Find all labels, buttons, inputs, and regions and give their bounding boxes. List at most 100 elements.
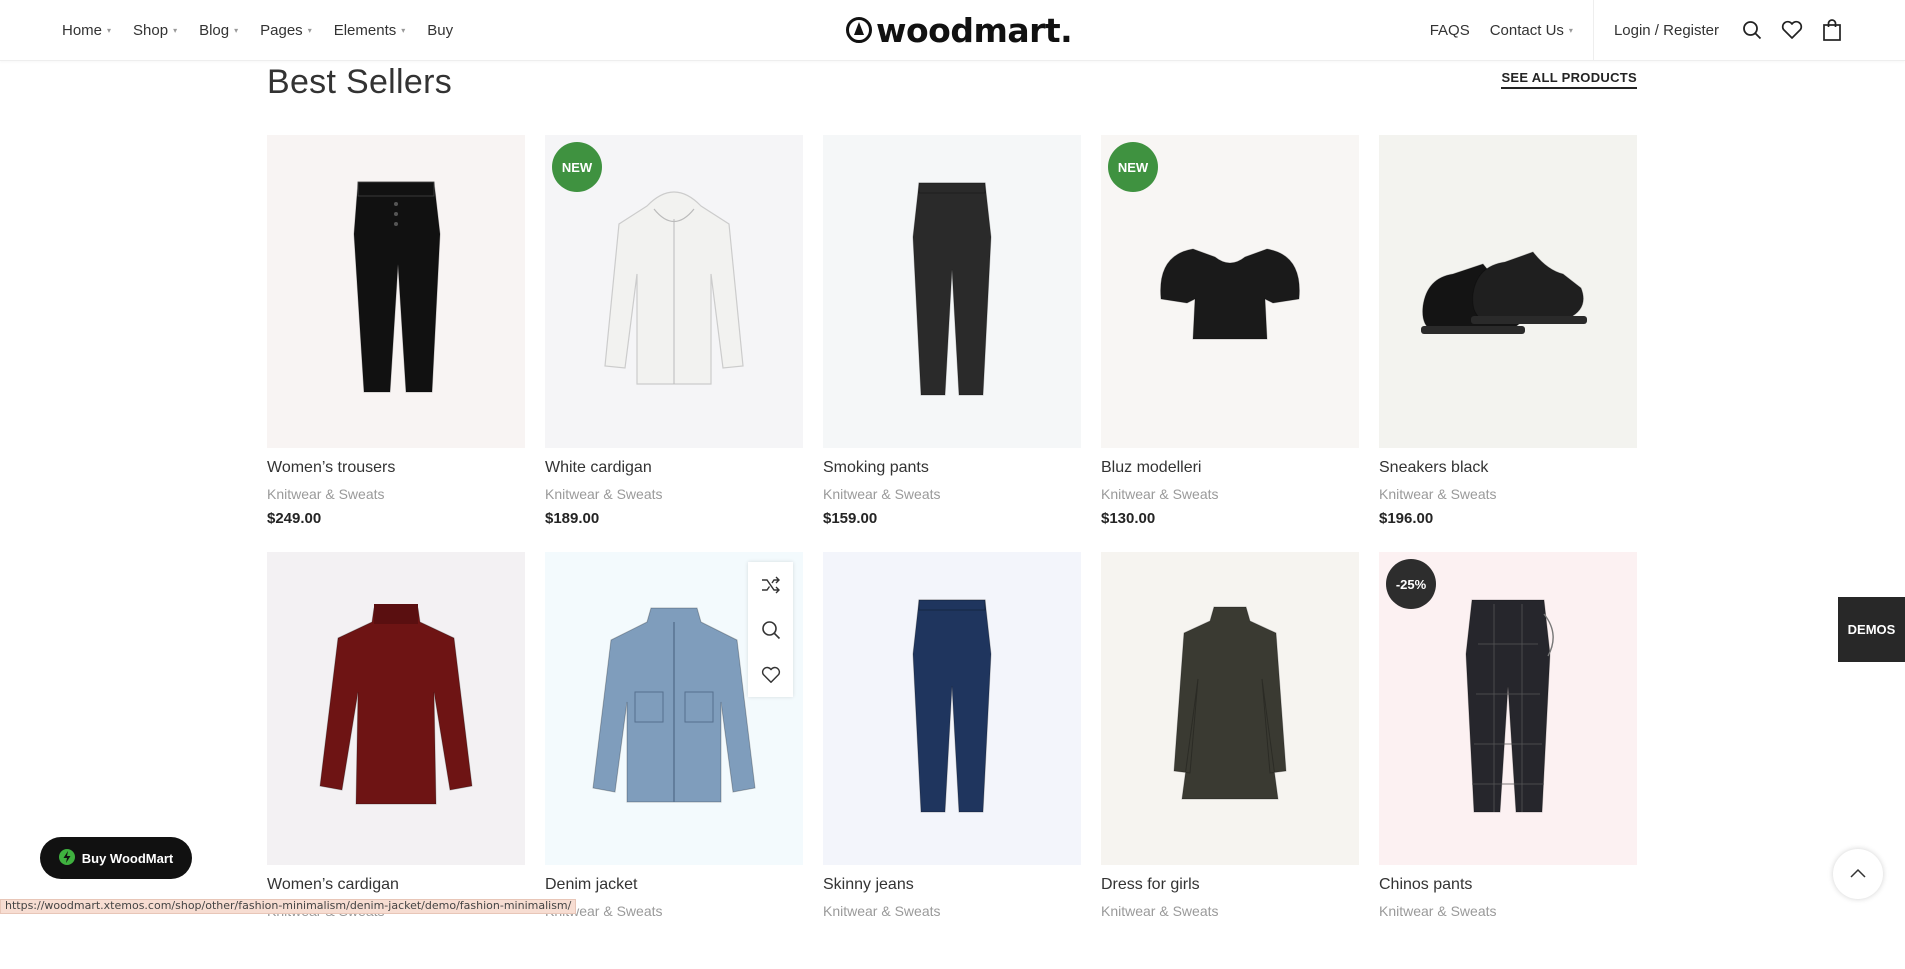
site-logo[interactable]: woodmart. xyxy=(846,10,1073,50)
product-card[interactable]: -25% Chinos pants Knitwear & Sweats xyxy=(1379,552,1637,969)
bolt-icon xyxy=(58,848,75,868)
product-image[interactable] xyxy=(1101,552,1359,865)
see-all-products-link[interactable]: SEE ALL PRODUCTS xyxy=(1501,70,1637,89)
product-image[interactable] xyxy=(823,552,1081,865)
product-image[interactable] xyxy=(545,552,803,865)
buy-label: Buy WoodMart xyxy=(81,850,174,866)
logo-text: woodmart. xyxy=(876,10,1073,50)
product-card[interactable]: NEW Bluz modelleri Knitwear & Sweats $13… xyxy=(1101,135,1359,552)
nav-shop[interactable]: Shop ▾ xyxy=(133,22,177,39)
product-card[interactable]: Sneakers black Knitwear & Sweats $196.00 xyxy=(1379,135,1637,552)
login-label: Login / Register xyxy=(1613,21,1719,39)
chevron-down-icon: ▾ xyxy=(1568,25,1573,35)
product-price: $159.00 xyxy=(823,510,878,527)
buy-woodmart-button[interactable]: Buy WoodMart xyxy=(40,837,192,879)
product-photo xyxy=(1448,594,1568,824)
product-grid: Women’s trousers Knitwear & Sweats $249.… xyxy=(267,135,1638,969)
product-image[interactable]: NEW xyxy=(545,135,803,448)
site-header: Home ▾ Shop ▾ Blog ▾ Pages ▾ Elements ▾ Buy w… xyxy=(0,0,1905,61)
product-photo xyxy=(1413,234,1603,349)
product-image[interactable] xyxy=(1379,135,1637,448)
nav-buy[interactable]: Buy xyxy=(427,22,453,39)
product-name[interactable]: Dress for girls xyxy=(1101,875,1359,895)
nav-pages[interactable]: Pages ▾ xyxy=(260,22,312,39)
product-category[interactable]: Knitwear & Sweats xyxy=(823,902,1081,920)
scroll-to-top-button[interactable] xyxy=(1833,849,1883,899)
product-category[interactable]: Knitwear & Sweats xyxy=(823,485,1081,503)
nav-label: Home xyxy=(62,21,103,39)
nav-label: Contact Us xyxy=(1489,21,1564,39)
product-photo xyxy=(897,177,1007,407)
nav-label: Shop xyxy=(133,21,169,39)
product-price: $189.00 xyxy=(545,510,600,527)
heart-icon[interactable] xyxy=(756,660,786,690)
product-name[interactable]: Women’s trousers xyxy=(267,458,525,478)
chevron-down-icon: ▾ xyxy=(107,25,112,35)
chevron-down-icon: ▾ xyxy=(307,25,312,35)
nav-label: Buy xyxy=(427,21,454,39)
chevron-up-icon xyxy=(1850,865,1866,883)
product-badge: NEW xyxy=(552,142,602,192)
product-price: $196.00 xyxy=(1379,510,1434,527)
product-name[interactable]: Bluz modelleri xyxy=(1101,458,1359,478)
nav-elements[interactable]: Elements ▾ xyxy=(334,22,406,39)
product-card[interactable]: Denim jacket Knitwear & Sweats xyxy=(545,552,803,969)
nav-label: FAQS xyxy=(1429,21,1470,39)
nav-label: Pages xyxy=(260,21,303,39)
product-category[interactable]: Knitwear & Sweats xyxy=(545,485,803,503)
product-price: $130.00 xyxy=(1101,510,1156,527)
product-photo xyxy=(316,596,476,821)
nav-home[interactable]: Home ▾ xyxy=(62,22,111,39)
product-card[interactable]: Dress for girls Knitwear & Sweats xyxy=(1101,552,1359,969)
product-category[interactable]: Knitwear & Sweats xyxy=(1101,902,1359,920)
product-image[interactable]: -25% xyxy=(1379,552,1637,865)
product-card[interactable]: Skinny jeans Knitwear & Sweats xyxy=(823,552,1081,969)
product-quick-actions xyxy=(748,562,793,697)
nav-divider xyxy=(1592,0,1594,60)
product-image[interactable]: NEW xyxy=(1101,135,1359,448)
product-image[interactable] xyxy=(267,552,525,865)
main-nav: Home ▾ Shop ▾ Blog ▾ Pages ▾ Elements ▾ Buy xyxy=(62,0,453,60)
product-category[interactable]: Knitwear & Sweats xyxy=(1379,485,1637,503)
product-card[interactable]: NEW White cardigan Knitwear & Sweats $18… xyxy=(545,135,803,552)
product-name[interactable]: Skinny jeans xyxy=(823,875,1081,895)
product-photo xyxy=(599,184,749,399)
login-register-link[interactable]: Login / Register xyxy=(1614,22,1719,39)
product-card[interactable]: Women’s trousers Knitwear & Sweats $249.… xyxy=(267,135,525,552)
product-photo xyxy=(589,596,759,821)
chevron-down-icon: ▾ xyxy=(401,25,406,35)
heart-icon[interactable] xyxy=(1779,17,1805,43)
nav-blog[interactable]: Blog ▾ xyxy=(199,22,238,39)
search-icon[interactable] xyxy=(1739,17,1765,43)
product-category[interactable]: Knitwear & Sweats xyxy=(1101,485,1359,503)
product-photo xyxy=(1155,229,1305,354)
product-name[interactable]: Denim jacket xyxy=(545,875,803,895)
product-badge: -25% xyxy=(1386,559,1436,609)
shopping-bag-icon[interactable] xyxy=(1819,17,1845,43)
nav-label: Blog xyxy=(199,21,230,39)
product-photo xyxy=(1170,599,1290,819)
chevron-down-icon: ▾ xyxy=(173,25,178,35)
product-name[interactable]: Sneakers black xyxy=(1379,458,1637,478)
product-category[interactable]: Knitwear & Sweats xyxy=(545,902,803,920)
product-card[interactable]: Smoking pants Knitwear & Sweats $159.00 xyxy=(823,135,1081,552)
product-name[interactable]: Chinos pants xyxy=(1379,875,1637,895)
product-name[interactable]: Women’s cardigan xyxy=(267,875,525,895)
demos-button[interactable]: DEMOS xyxy=(1838,597,1905,662)
zoom-icon[interactable] xyxy=(756,615,786,645)
product-name[interactable]: White cardigan xyxy=(545,458,803,478)
product-image[interactable] xyxy=(267,135,525,448)
product-category[interactable]: Knitwear & Sweats xyxy=(1379,902,1637,920)
chevron-down-icon: ▾ xyxy=(234,25,239,35)
product-price: $249.00 xyxy=(267,510,322,527)
product-category[interactable]: Knitwear & Sweats xyxy=(267,485,525,503)
product-photo xyxy=(897,594,1007,824)
product-name[interactable]: Smoking pants xyxy=(823,458,1081,478)
product-image[interactable] xyxy=(823,135,1081,448)
nav-faqs[interactable]: FAQS xyxy=(1430,22,1470,39)
nav-label: Elements xyxy=(333,21,397,39)
shuffle-icon[interactable] xyxy=(756,570,786,600)
secondary-nav: FAQS Contact Us ▾ Login / Register xyxy=(1430,0,1905,60)
nav-contact-us[interactable]: Contact Us ▾ xyxy=(1490,22,1573,39)
section-title: Best Sellers xyxy=(267,63,453,101)
